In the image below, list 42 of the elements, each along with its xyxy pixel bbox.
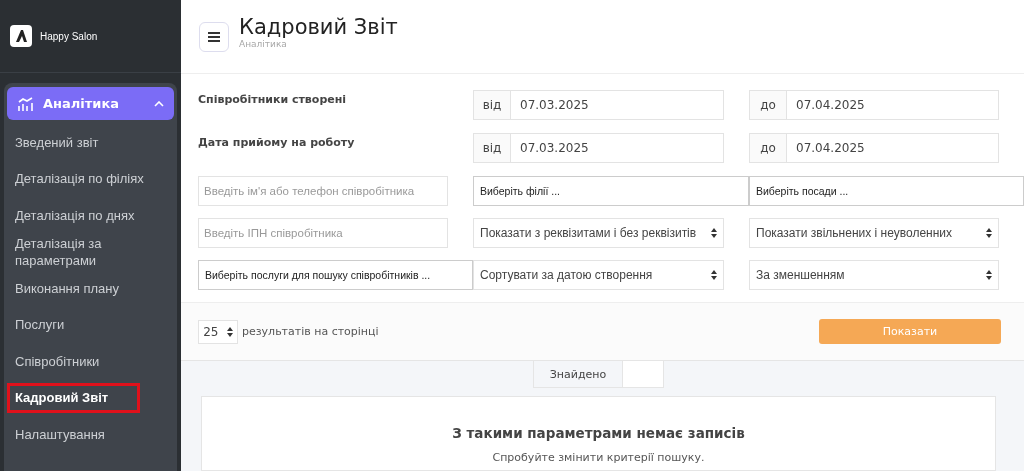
empty-hint: Спробуйте змінити критерії пошуку. xyxy=(492,451,705,464)
select-field[interactable]: Показати звільнених і неуволенних xyxy=(749,218,999,248)
per-page-select[interactable]: 25 xyxy=(198,319,238,344)
date-to-field[interactable]: до 07.04.2025 xyxy=(749,90,999,120)
sidebar-item[interactable]: Виконання плану xyxy=(7,270,174,307)
multiselect-field[interactable]: Виберіть послуги для пошуку співробітників ... xyxy=(198,260,473,290)
select-field[interactable]: Показати з реквізитами і без реквізитів xyxy=(473,218,724,248)
analytics-menu-group[interactable]: Аналітика xyxy=(7,87,174,120)
sort-arrows-icon xyxy=(226,326,233,337)
sidebar-item[interactable]: Налаштування xyxy=(7,416,174,453)
select-field[interactable]: Сортувати за датою створення xyxy=(473,260,724,290)
sort-arrows-icon xyxy=(986,228,992,238)
sidebar-item[interactable]: Деталізація по днях xyxy=(7,197,174,234)
per-page-label: результатів на сторінці xyxy=(242,325,380,338)
empty-title: З такими параметрами немає записів xyxy=(452,425,745,441)
menu-button[interactable] xyxy=(199,21,229,52)
search-field[interactable]: Введіть ім'я або телефон співробітника xyxy=(198,176,448,206)
select-field[interactable]: За зменшенням xyxy=(749,260,999,290)
brand-name: Happy Salon xyxy=(40,30,98,42)
logo-icon xyxy=(10,25,32,47)
sidebar-item[interactable]: Кадровий Звіт xyxy=(4,379,143,416)
date-from-field[interactable]: від 07.03.2025 xyxy=(473,90,724,120)
chevron-icon xyxy=(154,100,164,107)
filter-label: Дата прийому на роботу xyxy=(198,135,356,151)
search-field[interactable]: Введіть ІПН співробітника xyxy=(198,218,448,248)
filter-label: Співробітники створені xyxy=(198,92,348,108)
multiselect-field[interactable]: Виберіть посади ... xyxy=(749,176,1024,206)
date-to-field[interactable]: до 07.04.2025 xyxy=(749,133,999,163)
sort-arrows-icon xyxy=(711,228,717,238)
sidebar-item[interactable]: Зведений звіт xyxy=(7,124,174,161)
page-title: Кадровий Звіт xyxy=(239,14,398,39)
multiselect-field[interactable]: Виберіть філії ... xyxy=(473,176,749,206)
sidebar-item[interactable]: Деталізація по філіях xyxy=(7,160,174,197)
menu-icon xyxy=(208,31,220,42)
sort-arrows-icon xyxy=(986,270,992,280)
sidebar-item[interactable]: Деталізація за параметрами xyxy=(7,233,174,270)
sort-arrows-icon xyxy=(711,270,717,280)
sidebar-item[interactable]: Співробітники xyxy=(7,343,174,380)
date-from-field[interactable]: від 07.03.2025 xyxy=(473,133,724,163)
sidebar-item[interactable]: Послуги xyxy=(7,306,174,343)
chart-icon xyxy=(17,95,35,112)
breadcrumb: Аналітика xyxy=(239,38,288,49)
